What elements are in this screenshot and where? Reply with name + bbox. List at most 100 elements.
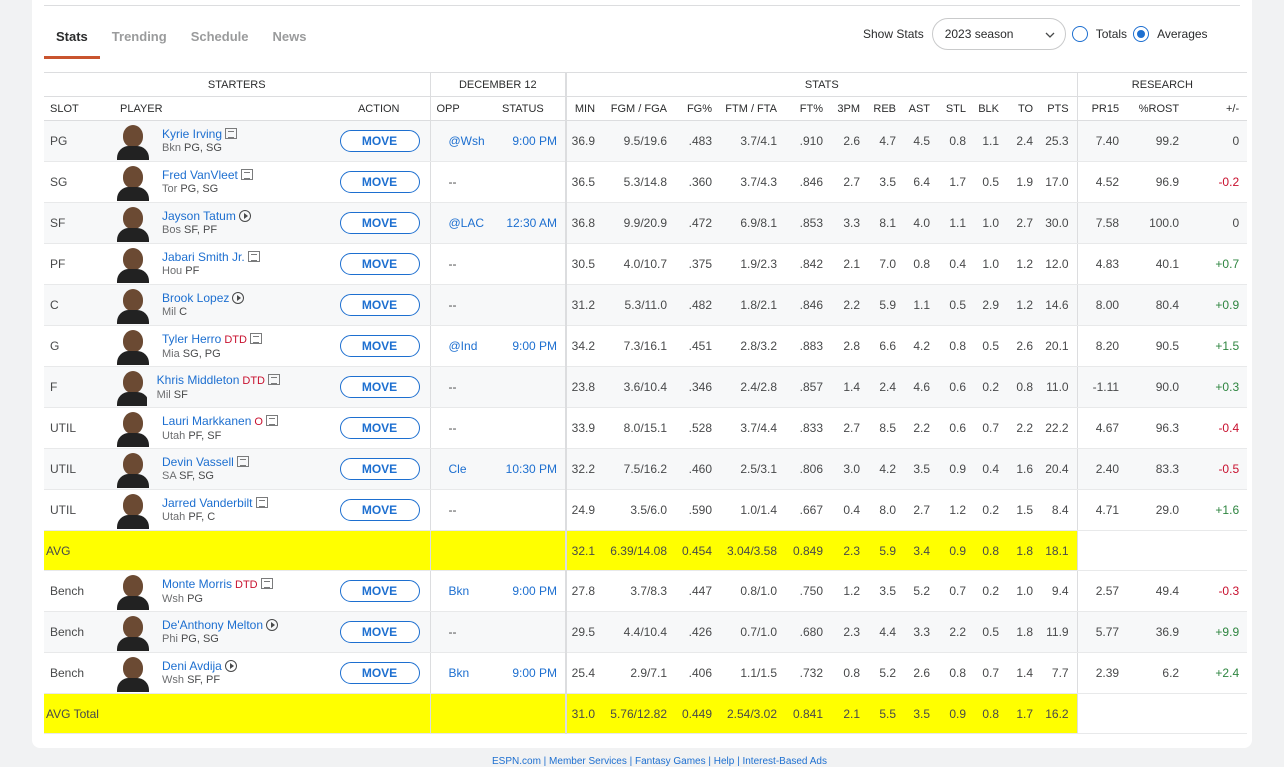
col-header-pct-rost[interactable]: %ROST (1127, 96, 1188, 121)
col-header-blk[interactable]: BLK (974, 96, 1008, 121)
col-header-pts[interactable]: PTS (1041, 96, 1078, 121)
avg-3pm: 2.1 (831, 693, 869, 734)
news-icon[interactable] (240, 169, 253, 180)
game-status[interactable] (496, 284, 567, 326)
move-button[interactable]: MOVE (339, 458, 420, 480)
news-icon[interactable] (236, 456, 249, 467)
news-icon[interactable] (225, 128, 238, 139)
stat-to: 2.2 (1007, 407, 1042, 449)
tab-trending[interactable]: Trending (100, 24, 179, 59)
move-button[interactable]: MOVE (339, 662, 420, 684)
col-header-ast[interactable]: AST (904, 96, 939, 121)
opponent-link[interactable]: @LAC (449, 216, 485, 230)
game-status[interactable] (496, 489, 567, 531)
col-header-pr15[interactable]: PR15 (1076, 96, 1128, 121)
col-header-reb[interactable]: REB (868, 96, 905, 121)
tab-schedule[interactable]: Schedule (179, 24, 261, 59)
opponent-link[interactable]: Cle (449, 462, 467, 476)
player-name-link[interactable]: Brook Lopez (162, 291, 229, 305)
averages-radio[interactable]: Averages (1133, 26, 1208, 42)
game-status[interactable] (496, 611, 567, 653)
tab-news[interactable]: News (260, 24, 318, 59)
player-cell: Monte Morris DTD Wsh PG (104, 570, 280, 612)
col-header-fg-pct[interactable]: FG% (675, 96, 721, 121)
player-name-link[interactable]: Jarred Vanderbilt (162, 496, 253, 510)
col-header-to[interactable]: TO (1007, 96, 1042, 121)
news-icon[interactable] (255, 497, 268, 508)
move-button[interactable]: MOVE (339, 335, 420, 357)
player-name-link[interactable]: Khris Middleton (157, 373, 240, 387)
game-status[interactable] (496, 243, 567, 285)
player-name-link[interactable]: Lauri Markkanen (162, 414, 251, 428)
game-status[interactable] (496, 366, 567, 408)
game-status[interactable]: 9:00 PM (496, 120, 567, 162)
move-button[interactable]: MOVE (339, 499, 420, 521)
move-button[interactable]: MOVE (339, 621, 420, 643)
game-status[interactable]: 10:30 PM (496, 448, 567, 490)
move-button[interactable]: MOVE (339, 130, 420, 152)
footer-links[interactable]: ESPN.com | Member Services | Fantasy Gam… (492, 756, 827, 767)
move-button[interactable]: MOVE (339, 580, 420, 602)
tab-stats[interactable]: Stats (44, 24, 100, 59)
player-name-link[interactable]: Deni Avdija (162, 659, 222, 673)
move-button[interactable]: MOVE (339, 212, 420, 234)
move-button[interactable]: MOVE (339, 417, 420, 439)
stat-ftm-fta: 1.0/1.4 (720, 489, 786, 531)
move-button[interactable]: MOVE (339, 171, 420, 193)
news-icon[interactable] (265, 414, 278, 426)
move-button[interactable]: MOVE (339, 253, 420, 275)
player-name-link[interactable]: Jayson Tatum (162, 209, 236, 223)
col-header-player[interactable]: PLAYER (104, 96, 280, 121)
stat-min: 36.9 (565, 120, 601, 162)
play-video-icon[interactable] (232, 292, 245, 304)
stat-to: 0.8 (1007, 366, 1042, 408)
player-name-link[interactable]: Fred VanVleet (162, 168, 238, 182)
col-header-stl[interactable]: STL (938, 96, 975, 121)
player-name-link[interactable]: Kyrie Irving (162, 127, 222, 141)
col-header-fgm-fga[interactable]: FGM / FGA (600, 96, 676, 121)
play-video-icon[interactable] (238, 210, 251, 222)
news-icon[interactable] (268, 373, 280, 385)
news-icon[interactable] (249, 332, 262, 344)
player-name-line: Fred VanVleet (162, 168, 253, 182)
player-team: Utah (162, 429, 186, 442)
stat-min: 29.5 (565, 611, 601, 653)
col-header-min[interactable]: MIN (565, 96, 601, 121)
play-video-icon[interactable] (266, 619, 279, 631)
average-research-empty (1076, 530, 1248, 571)
player-name-link[interactable]: Jabari Smith Jr. (162, 250, 245, 264)
player-text: Kyrie Irving Bkn PG, SG (162, 127, 238, 155)
game-status[interactable] (496, 407, 567, 449)
player-name-link[interactable]: Devin Vassell (162, 455, 234, 469)
opponent-link[interactable]: Bkn (449, 584, 470, 598)
player-cell: Devin Vassell SA SF, SG (104, 448, 280, 490)
player-name-link[interactable]: Tyler Herro (162, 332, 221, 346)
opponent-link[interactable]: @Wsh (449, 134, 485, 148)
news-icon[interactable] (247, 251, 260, 262)
game-status[interactable]: 9:00 PM (496, 325, 567, 367)
play-video-icon[interactable] (224, 660, 237, 672)
player-name-link[interactable]: De'Anthony Melton (162, 618, 263, 632)
col-header-ft-pct[interactable]: FT% (785, 96, 832, 121)
news-icon[interactable] (260, 577, 273, 589)
game-status[interactable] (496, 161, 567, 203)
season-select[interactable]: 2023 season (931, 18, 1066, 50)
stat-ft-pct: .857 (785, 366, 832, 408)
col-header-3pm[interactable]: 3PM (831, 96, 869, 121)
opponent-link[interactable]: @Ind (449, 339, 478, 353)
game-status[interactable]: 9:00 PM (496, 652, 567, 694)
col-header-action[interactable]: ACTION (280, 96, 430, 121)
game-status[interactable]: 9:00 PM (496, 570, 567, 612)
col-header-opp[interactable]: OPP (429, 96, 496, 121)
col-header-ftm-fta[interactable]: FTM / FTA (720, 96, 786, 121)
player-name-link[interactable]: Monte Morris (162, 577, 232, 591)
move-button[interactable]: MOVE (339, 294, 420, 316)
totals-radio[interactable]: Totals (1071, 26, 1127, 42)
col-header-plus-minus[interactable]: +/- (1187, 96, 1248, 121)
move-button[interactable]: MOVE (339, 376, 420, 398)
col-header-slot[interactable]: SLOT (44, 96, 104, 121)
col-header-status[interactable]: STATUS (496, 96, 567, 121)
action-cell: MOVE (280, 243, 430, 285)
opponent-link[interactable]: Bkn (449, 666, 470, 680)
game-status[interactable]: 12:30 AM (496, 202, 567, 244)
